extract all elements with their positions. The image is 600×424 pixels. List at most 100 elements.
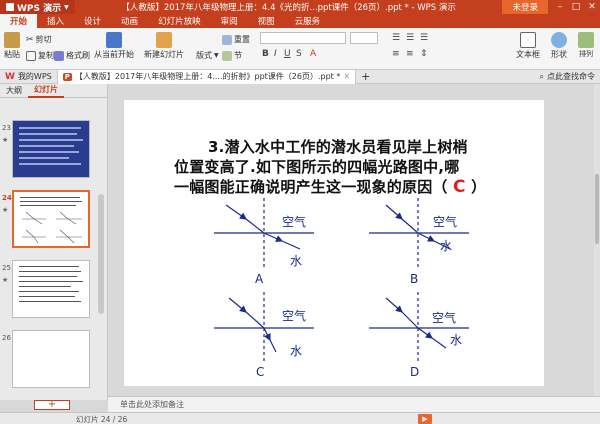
align-left-icon[interactable]: ☰: [392, 33, 400, 43]
close-button[interactable]: ✕: [584, 0, 600, 14]
shadow-icon[interactable]: S: [296, 49, 302, 59]
tab-my-wps[interactable]: W 我的WPS: [0, 70, 57, 84]
thumbnail-text-line: [20, 205, 76, 206]
thumbnail-text-line: [19, 157, 69, 159]
diagram-label-d: D: [410, 365, 419, 379]
new-slide-label: 新建幻灯片: [144, 50, 184, 59]
animation-star-icon: ★: [2, 136, 9, 144]
diagram-label-c: C: [256, 365, 264, 379]
align-center-icon[interactable]: ☰: [406, 33, 414, 43]
scrollbar-thumb[interactable]: [595, 174, 599, 244]
slide-counter: 幻灯片 24 / 26: [76, 415, 128, 424]
play-slideshow-button[interactable]: ▶: [418, 414, 432, 424]
slide-thumbnail-26[interactable]: [12, 330, 90, 388]
slide-thumbnail-24[interactable]: [12, 190, 90, 248]
diagram-d: [369, 292, 469, 362]
tab-active-document[interactable]: P 【人教版】2017年八年级物理上册：4....的折射》ppt课件（26页）.…: [56, 69, 357, 84]
login-button[interactable]: 未登录: [502, 0, 548, 14]
tab-animation[interactable]: 动画: [111, 14, 148, 28]
section-label: 节: [234, 51, 242, 60]
thumbnail-scrollbar[interactable]: [98, 194, 104, 314]
font-size-select[interactable]: [350, 32, 378, 44]
tab-view[interactable]: 视图: [248, 14, 285, 28]
air-label-a: 空气: [282, 214, 306, 229]
thumbnail-text-line: [19, 281, 83, 282]
underline-icon[interactable]: U: [284, 49, 291, 59]
thumbnail-diagrams: [22, 211, 82, 244]
tab-review[interactable]: 审阅: [211, 14, 248, 28]
tab-home[interactable]: 开始: [0, 14, 38, 28]
current-slide[interactable]: 3.潜入水中工作的潜水员看见岸上树梢 位置变高了.如下图所示的四幅光路图中,哪 …: [124, 100, 544, 386]
reset-button[interactable]: 重置: [222, 34, 250, 45]
paste-icon: [4, 32, 20, 48]
new-slide-button[interactable]: 新建幻灯片: [144, 32, 184, 60]
command-search-input: 点此查找命令: [547, 72, 595, 81]
scissors-icon: ✂: [26, 34, 34, 45]
italic-icon[interactable]: I: [274, 49, 277, 59]
add-slide-button[interactable]: +: [34, 400, 70, 410]
font-color-icon[interactable]: A: [310, 49, 316, 59]
format-painter-button[interactable]: 格式刷: [54, 50, 90, 61]
command-search[interactable]: ⌕ 点此查找命令: [535, 70, 600, 84]
section-button[interactable]: 节: [222, 50, 242, 61]
font-name-select[interactable]: [260, 32, 346, 44]
new-slide-icon: [156, 32, 172, 48]
format-painter-label: 格式刷: [66, 51, 90, 60]
numbered-list-icon[interactable]: ≡: [406, 49, 414, 59]
animation-star-icon: ★: [2, 276, 9, 284]
thumbnail-text-line: [20, 197, 80, 198]
reset-icon: [222, 34, 232, 45]
water-label-c: 水: [290, 344, 302, 358]
bullet-list-icon[interactable]: ≡: [392, 49, 400, 59]
slide-thumbnail-25[interactable]: [12, 260, 90, 318]
thumbnail-text-line: [19, 151, 79, 153]
search-icon: ⌕: [539, 71, 544, 81]
minimize-button[interactable]: –: [552, 0, 568, 14]
window-title: 【人教版】2017年八年级物理上册：4.4《光的折...ppt课件（26页）.p…: [121, 3, 456, 13]
diagram-b: [369, 198, 469, 270]
tab-outline[interactable]: 大纲: [0, 84, 28, 98]
my-wps-label: 我的WPS: [17, 72, 52, 81]
bold-icon[interactable]: B: [262, 49, 269, 59]
reset-label: 重置: [234, 35, 250, 44]
notes-field[interactable]: 单击此处添加备注: [108, 396, 600, 412]
textbox-label: 文本框: [516, 50, 540, 59]
layout-button[interactable]: 版式 ▼: [196, 50, 219, 61]
vertical-scrollbar[interactable]: [594, 84, 600, 396]
arrange-button[interactable]: 排列: [578, 32, 594, 59]
slide-thumbnail-23[interactable]: [12, 120, 90, 178]
air-label-d: 空气: [432, 310, 456, 325]
thumbnail-text-line: [19, 133, 77, 135]
tab-design[interactable]: 设计: [74, 14, 111, 28]
thumbnail-text-line: [19, 266, 79, 267]
tab-insert[interactable]: 插入: [37, 14, 74, 28]
air-label-b: 空气: [433, 214, 457, 229]
shape-button[interactable]: 形状: [551, 32, 567, 60]
water-label-a: 水: [290, 254, 302, 268]
maximize-button[interactable]: □: [568, 0, 584, 14]
app-menu-button[interactable]: WPS 演示 ▼: [0, 0, 75, 14]
cut-button[interactable]: ✂ 剪切: [26, 34, 52, 45]
animation-star-icon: ★: [2, 206, 9, 214]
play-from-current-label: 从当前开始: [94, 50, 134, 59]
copy-icon: [26, 50, 36, 61]
tab-slideshow[interactable]: 幻灯片放映: [148, 14, 211, 28]
new-tab-button[interactable]: +: [356, 70, 375, 84]
active-document-label: 【人教版】2017年八年级物理上册：4....的折射》ppt课件（26页）.pp…: [74, 72, 341, 81]
textbox-button[interactable]: 文本框: [516, 32, 540, 60]
play-from-current-button[interactable]: 从当前开始: [94, 32, 134, 60]
tab-slides[interactable]: 幻灯片: [28, 84, 64, 98]
align-right-icon[interactable]: ☰: [420, 33, 428, 43]
arrange-icon: [578, 32, 594, 48]
close-icon[interactable]: ✕: [343, 72, 350, 81]
copy-button[interactable]: 复制: [26, 50, 54, 61]
thumbnail-text-line: [19, 145, 74, 147]
thumbnail-text-line: [19, 296, 75, 297]
brush-icon: [54, 50, 64, 61]
slide-number: 23: [2, 124, 11, 132]
tab-cloud[interactable]: 云服务: [285, 14, 331, 28]
paste-button[interactable]: 粘贴: [4, 32, 20, 60]
thumbnail-text-line: [19, 139, 83, 141]
diagram-label-b: B: [410, 272, 418, 286]
line-spacing-icon[interactable]: ⇕: [420, 49, 428, 59]
